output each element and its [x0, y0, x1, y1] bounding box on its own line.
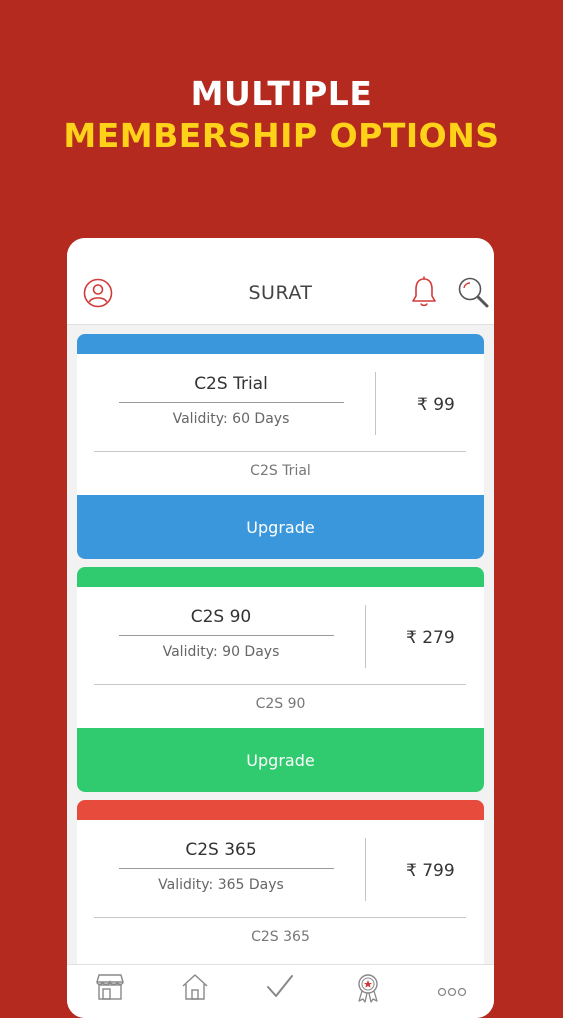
bottom-nav — [67, 964, 494, 1018]
plan-validity: Validity: 90 Days — [162, 644, 280, 660]
upgrade-button[interactable]: Upgrade — [77, 495, 484, 559]
app-header: SURAT — [67, 238, 494, 325]
price-divider — [365, 838, 366, 901]
check-icon[interactable] — [265, 973, 295, 1005]
plan-price: ₹ 99 — [417, 395, 455, 415]
plan-separator — [94, 917, 466, 918]
plan-name-underline — [119, 402, 344, 403]
plan-name: C2S 90 — [190, 607, 252, 627]
plan-subtitle: C2S 90 — [255, 696, 306, 712]
price-divider — [375, 372, 376, 435]
search-icon[interactable] — [457, 276, 489, 308]
plan-price: ₹ 279 — [406, 628, 455, 648]
plan-name-underline — [119, 868, 334, 869]
plan-card-365: C2S 365 Validity: 365 Days ₹ 799 C2S 365 — [77, 800, 484, 970]
price-divider — [365, 605, 366, 668]
plan-price: ₹ 799 — [406, 861, 455, 881]
bell-icon[interactable] — [410, 276, 438, 308]
plan-color-strip — [77, 567, 484, 587]
home-icon[interactable] — [180, 973, 210, 1005]
store-icon[interactable] — [95, 973, 125, 1005]
promo-title-line1: MULTIPLE — [190, 74, 373, 113]
plan-validity: Validity: 60 Days — [172, 411, 290, 427]
plan-card-trial: C2S Trial Validity: 60 Days ₹ 99 C2S Tri… — [77, 334, 484, 559]
upgrade-button[interactable]: Upgrade — [77, 728, 484, 792]
phone-screen: SURAT C2S Trial Validity: 60 Days ₹ 99 C… — [67, 238, 494, 1018]
promo-title-line2: MEMBERSHIP OPTIONS — [63, 116, 500, 155]
plan-subtitle: C2S 365 — [251, 929, 310, 945]
plan-name-underline — [119, 635, 334, 636]
more-icon[interactable] — [437, 983, 467, 1002]
plan-color-strip — [77, 334, 484, 354]
plan-validity: Validity: 365 Days — [158, 877, 284, 893]
plan-subtitle: C2S Trial — [250, 463, 311, 479]
plan-name: C2S 365 — [185, 840, 257, 860]
award-icon[interactable] — [353, 973, 383, 1007]
plan-name: C2S Trial — [194, 374, 268, 394]
plan-separator — [94, 684, 466, 685]
plan-card-90: C2S 90 Validity: 90 Days ₹ 279 C2S 90 Up… — [77, 567, 484, 792]
plan-color-strip — [77, 800, 484, 820]
plan-separator — [94, 451, 466, 452]
